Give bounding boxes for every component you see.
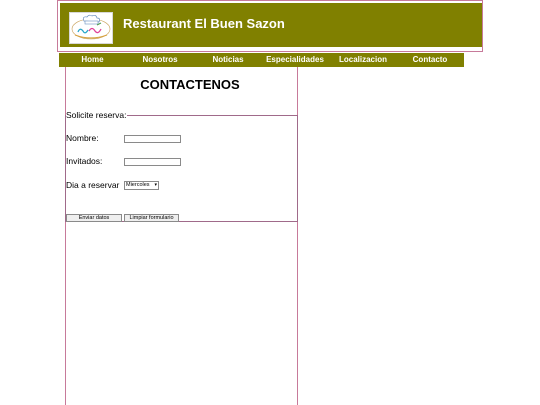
nombre-input[interactable]	[124, 135, 181, 143]
day-select-value: Miercoles	[126, 182, 150, 188]
nav-item-contacto[interactable]: Contacto	[411, 53, 449, 67]
page-title: CONTACTENOS	[140, 77, 240, 92]
fieldset-legend: Solicite reserva:	[66, 110, 128, 120]
invitados-label: Invitados:	[66, 156, 103, 166]
nav-item-nosotros[interactable]: Nosotros	[141, 53, 179, 67]
reservation-fieldset	[65, 115, 298, 222]
page: Restaurant El Buen Sazon Home Nosotros N…	[0, 0, 540, 405]
restaurant-logo[interactable]	[69, 12, 113, 44]
invitados-input[interactable]	[124, 158, 181, 166]
day-select[interactable]: Miercoles ▾	[124, 181, 159, 190]
nombre-label: Nombre:	[66, 133, 99, 143]
main-nav: Home Nosotros Noticias Especialidades Lo…	[59, 53, 464, 67]
nav-item-localizacion[interactable]: Localizacion	[337, 53, 389, 67]
dia-reservar-label: Dia a reservar	[66, 180, 120, 190]
submit-button[interactable]: Enviar datos	[66, 214, 122, 222]
chef-hat-icon	[71, 14, 111, 40]
chevron-down-icon: ▾	[154, 182, 157, 188]
nav-item-especialidades[interactable]: Especialidades	[264, 53, 326, 67]
reset-button[interactable]: Limpiar formulario	[124, 214, 179, 222]
nav-item-home[interactable]: Home	[81, 53, 104, 67]
nav-item-noticias[interactable]: Noticias	[211, 53, 245, 67]
site-title: Restaurant El Buen Sazon	[123, 16, 285, 31]
